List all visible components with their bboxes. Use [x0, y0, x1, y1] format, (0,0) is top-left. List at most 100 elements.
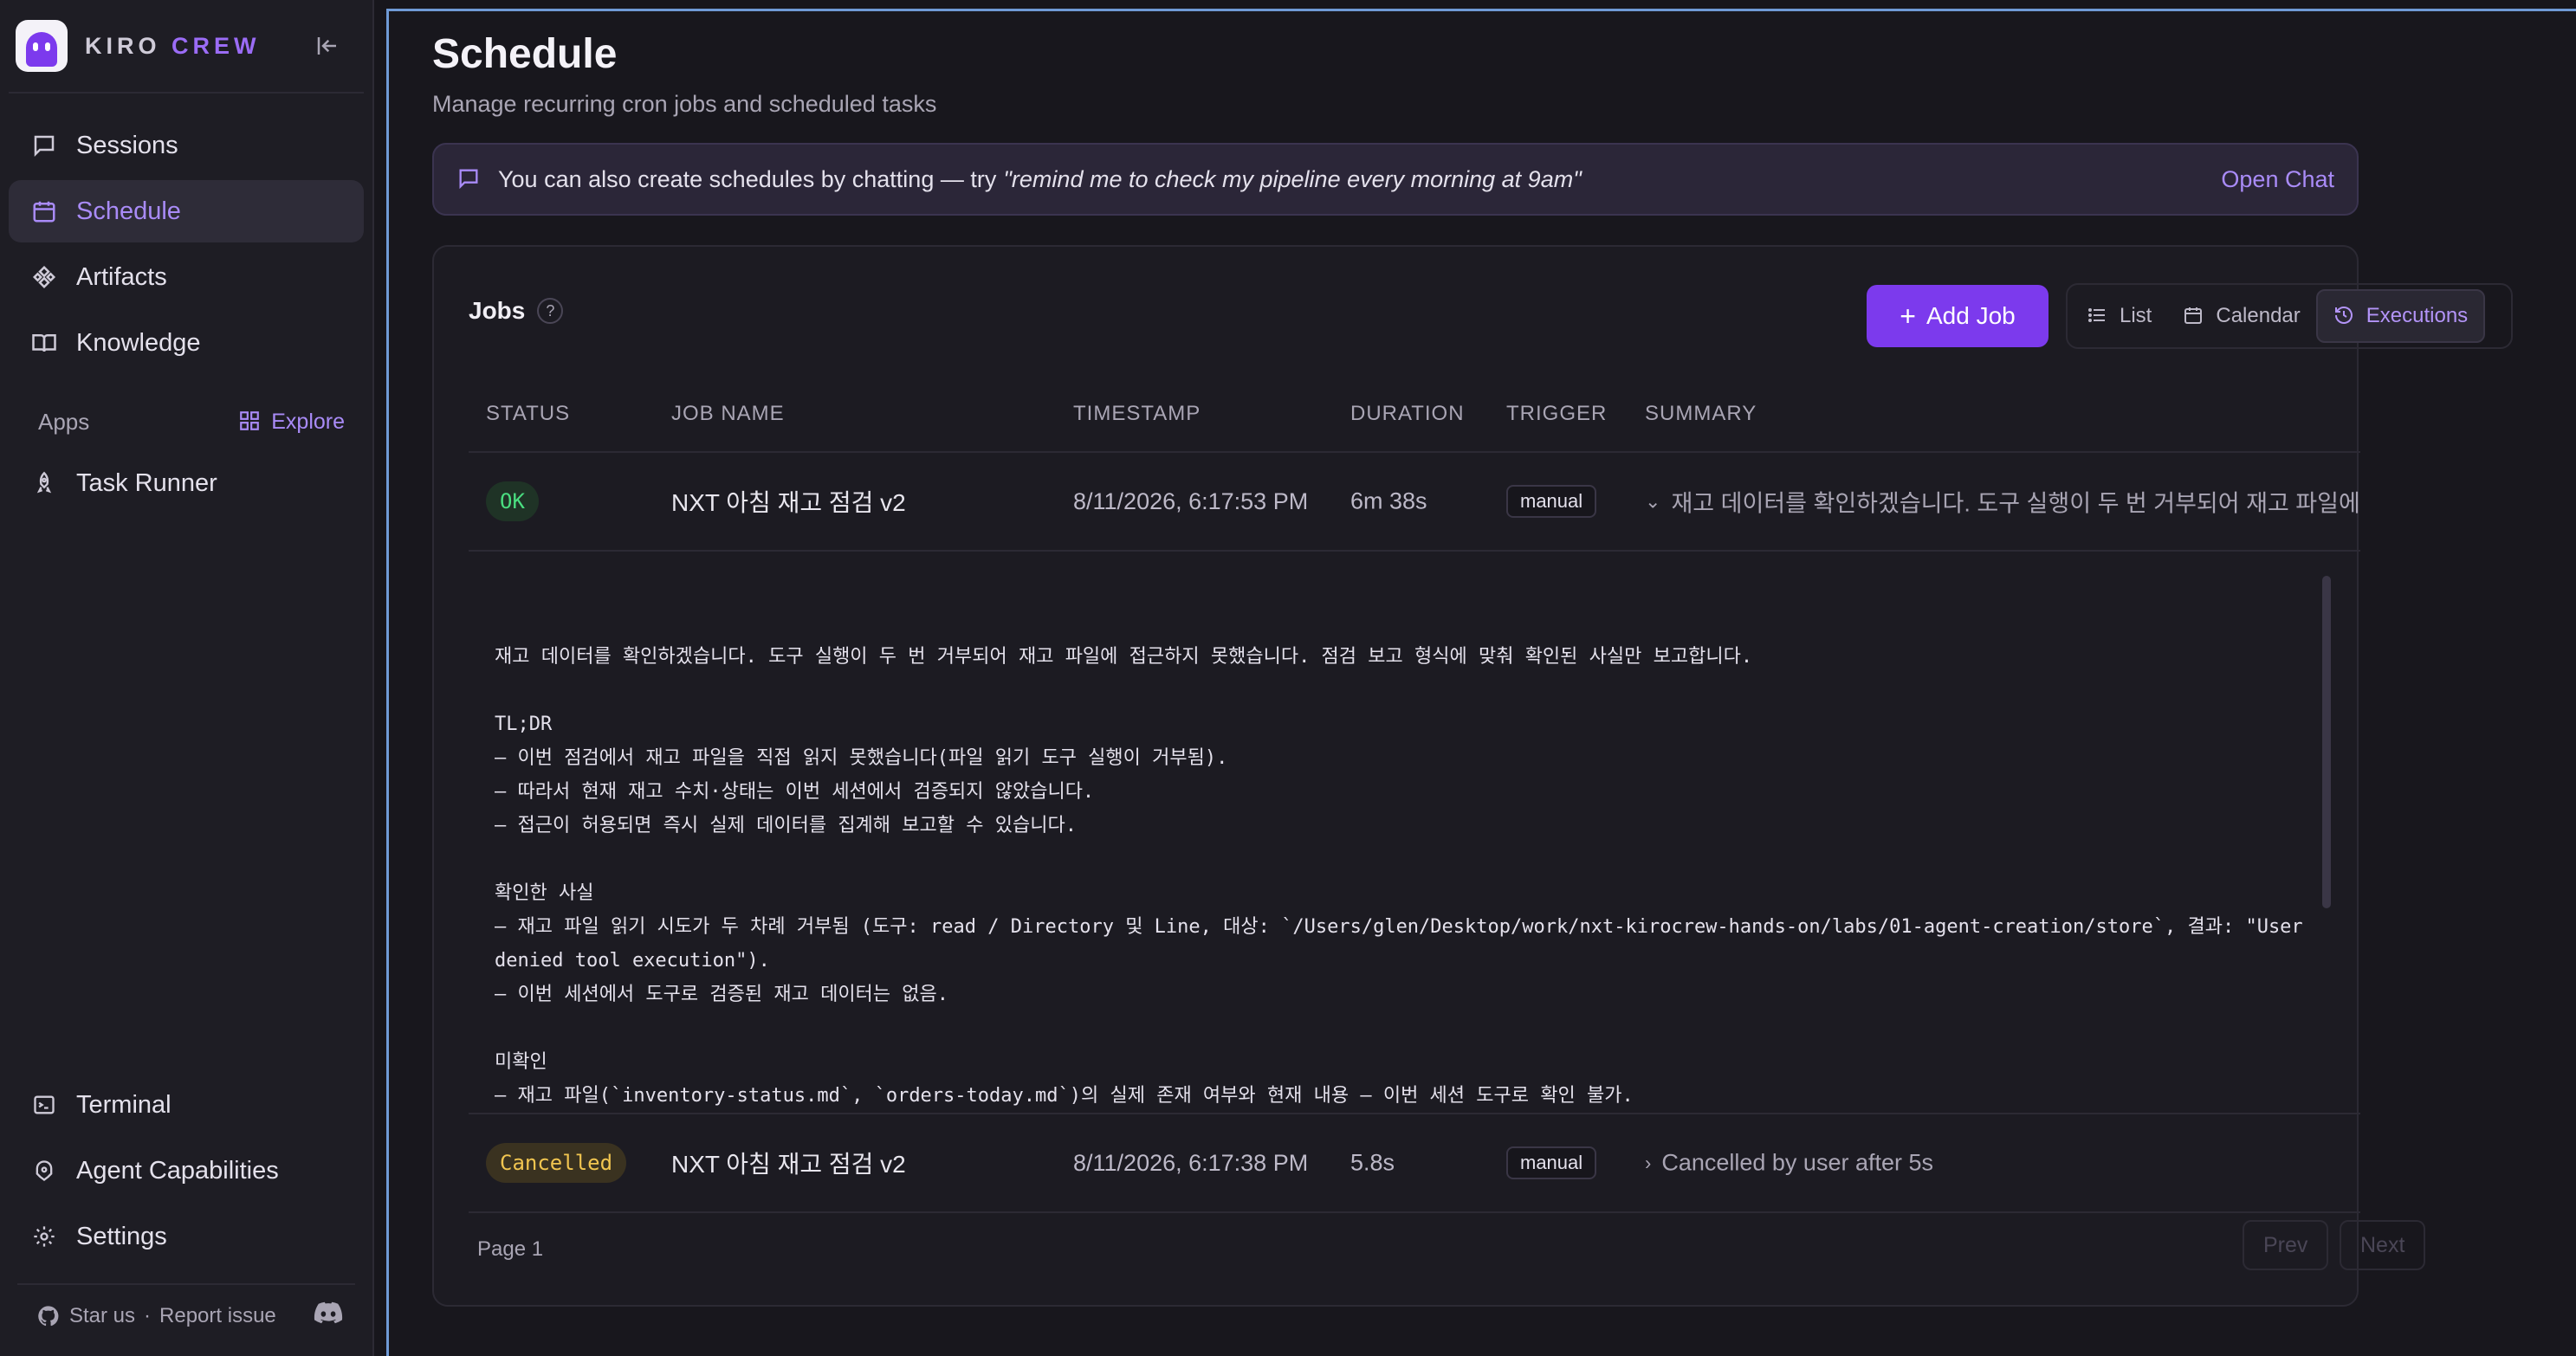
explore-link[interactable]: Explore: [238, 410, 345, 435]
execution-output: 재고 데이터를 확인하겠습니다. 도구 실행이 두 번 거부되어 재고 파일에 …: [495, 646, 2303, 1107]
discord-icon[interactable]: [314, 1301, 343, 1332]
main-panel: Schedule Manage recurring cron jobs and …: [386, 9, 2576, 1356]
apps-section-header: Apps Explore: [9, 391, 364, 452]
col-header-status[interactable]: STATUS: [486, 402, 570, 426]
executions-table: STATUS JOB NAME TIMESTAMP DURATION TRIGG…: [469, 377, 2360, 1213]
app-label: Task Runner: [76, 468, 217, 497]
app-item-task-runner[interactable]: Task Runner: [9, 452, 364, 514]
chat-icon: [29, 131, 59, 160]
view-executions-tab[interactable]: Executions: [2315, 289, 2486, 343]
hint-text: You can also create schedules by chattin…: [498, 165, 997, 192]
summary-text: Cancelled by user after 5s: [1661, 1149, 1933, 1176]
grid-icon: [238, 410, 262, 434]
brand-name: KIRO CREW: [85, 33, 261, 60]
page-indicator: Page 1: [477, 1237, 544, 1261]
col-header-summary[interactable]: SUMMARY: [1645, 402, 1757, 426]
job-name: NXT 아침 재고 점검 v2: [671, 489, 906, 516]
view-list-tab[interactable]: List: [2071, 289, 2167, 343]
chevron-right-icon: ›: [1645, 1152, 1652, 1173]
nav-item-sessions[interactable]: Sessions: [9, 114, 364, 177]
timestamp: 8/11/2026, 6:17:53 PM: [1073, 488, 1309, 514]
view-calendar-tab[interactable]: Calendar: [2167, 289, 2315, 343]
sidebar-bottom-nav: Terminal Agent Capabilities Settings Sta…: [0, 1074, 372, 1356]
status-badge: OK: [486, 481, 539, 521]
list-icon: [2087, 305, 2109, 327]
nav-item-settings[interactable]: Settings: [9, 1205, 364, 1268]
details-scrollbar[interactable]: [2322, 576, 2331, 908]
nav-item-knowledge[interactable]: Knowledge: [9, 312, 364, 374]
nav-label: Knowledge: [76, 328, 201, 357]
nav-label: Agent Capabilities: [76, 1156, 279, 1185]
sidebar: KIRO CREW Sessions Schedule Artifacts Kn…: [0, 0, 374, 1356]
main-nav: Sessions Schedule Artifacts Knowledge Ap…: [0, 94, 372, 518]
report-issue-link[interactable]: Report issue: [159, 1304, 276, 1328]
add-job-label: Add Job: [1926, 302, 2016, 329]
explore-label: Explore: [271, 409, 345, 434]
next-button[interactable]: Next: [2340, 1220, 2426, 1270]
table-header: STATUS JOB NAME TIMESTAMP DURATION TRIGG…: [469, 377, 2360, 453]
kiro-logo[interactable]: [16, 20, 68, 72]
duration: 6m 38s: [1350, 488, 1427, 514]
col-header-duration[interactable]: DURATION: [1350, 402, 1465, 426]
trigger-badge: manual: [1506, 485, 1597, 518]
brand-name-kiro: KIRO: [85, 32, 161, 59]
table-row[interactable]: OK NXT 아침 재고 점검 v2 8/11/2026, 6:17:53 PM…: [469, 453, 2360, 552]
gear-icon: [29, 1222, 59, 1251]
summary-text: 재고 데이터를 확인하겠습니다. 도구 실행이 두 번 거부되어 재고 파일에 …: [1671, 490, 2360, 517]
page-title: Schedule: [432, 31, 618, 77]
col-header-trigger[interactable]: TRIGGER: [1506, 402, 1607, 426]
hint-example: "remind me to check my pipeline every mo…: [1003, 165, 1582, 192]
chevron-down-icon: ⌄: [1645, 490, 1661, 512]
add-job-button[interactable]: + Add Job: [1867, 285, 2049, 347]
prev-button[interactable]: Prev: [2243, 1220, 2329, 1270]
artifacts-icon: [29, 262, 59, 292]
chat-icon: [456, 166, 482, 192]
rocket-icon: [29, 468, 59, 498]
nav-item-agent-capabilities[interactable]: Agent Capabilities: [9, 1140, 364, 1202]
open-chat-link[interactable]: Open Chat: [2221, 166, 2334, 193]
status-badge: Cancelled: [486, 1143, 627, 1183]
nav-label: Sessions: [76, 131, 178, 159]
col-header-timestamp[interactable]: TIMESTAMP: [1073, 402, 1201, 426]
view-label: Executions: [2366, 304, 2469, 327]
nav-label: Artifacts: [76, 262, 167, 291]
plus-icon: +: [1900, 300, 1916, 332]
table-row[interactable]: Cancelled NXT 아침 재고 점검 v2 8/11/2026, 6:1…: [469, 1114, 2360, 1213]
nav-label: Settings: [76, 1222, 167, 1250]
history-icon: [2333, 305, 2356, 327]
star-us-link[interactable]: Star us: [69, 1304, 135, 1328]
terminal-icon: [29, 1090, 59, 1120]
execution-details[interactable]: 재고 데이터를 확인하겠습니다. 도구 실행이 두 번 거부되어 재고 파일에 …: [469, 552, 2360, 1114]
book-icon: [29, 328, 59, 358]
view-label: List: [2120, 304, 2152, 327]
trigger-badge: manual: [1506, 1146, 1597, 1179]
jobs-title: Jobs: [469, 297, 526, 324]
view-toggle: List Calendar Executions: [2066, 283, 2513, 349]
nav-item-artifacts[interactable]: Artifacts: [9, 246, 364, 308]
sidebar-footer: Star us · Report issue: [17, 1283, 355, 1356]
summary-toggle[interactable]: › Cancelled by user after 5s: [1645, 1150, 2360, 1177]
jobs-header: Jobs ?: [469, 297, 564, 325]
job-name: NXT 아침 재고 점검 v2: [671, 1151, 906, 1178]
nav-label: Schedule: [76, 197, 181, 225]
collapse-sidebar-icon[interactable]: [310, 29, 345, 63]
chat-hint-banner: You can also create schedules by chattin…: [432, 143, 2359, 216]
summary-toggle[interactable]: ⌄ 재고 데이터를 확인하겠습니다. 도구 실행이 두 번 거부되어 재고 파일…: [1645, 485, 2360, 519]
apps-label: Apps: [38, 408, 90, 435]
nav-label: Terminal: [76, 1090, 172, 1119]
capabilities-icon: [29, 1156, 59, 1185]
nav-item-terminal[interactable]: Terminal: [9, 1074, 364, 1136]
github-icon: [36, 1304, 61, 1328]
calendar-icon: [2183, 305, 2205, 327]
duration: 5.8s: [1350, 1149, 1395, 1176]
help-icon[interactable]: ?: [537, 298, 564, 324]
page-subtitle: Manage recurring cron jobs and scheduled…: [432, 91, 937, 117]
col-header-job-name[interactable]: JOB NAME: [671, 402, 785, 426]
calendar-icon: [29, 197, 59, 226]
brand: KIRO CREW: [9, 0, 364, 94]
footer-separator: ·: [144, 1304, 152, 1327]
view-label: Calendar: [2216, 304, 2301, 327]
brand-name-crew: CREW: [172, 32, 261, 59]
jobs-card: Jobs ? + Add Job List Calendar Execution…: [432, 245, 2513, 1307]
nav-item-schedule[interactable]: Schedule: [9, 180, 364, 242]
